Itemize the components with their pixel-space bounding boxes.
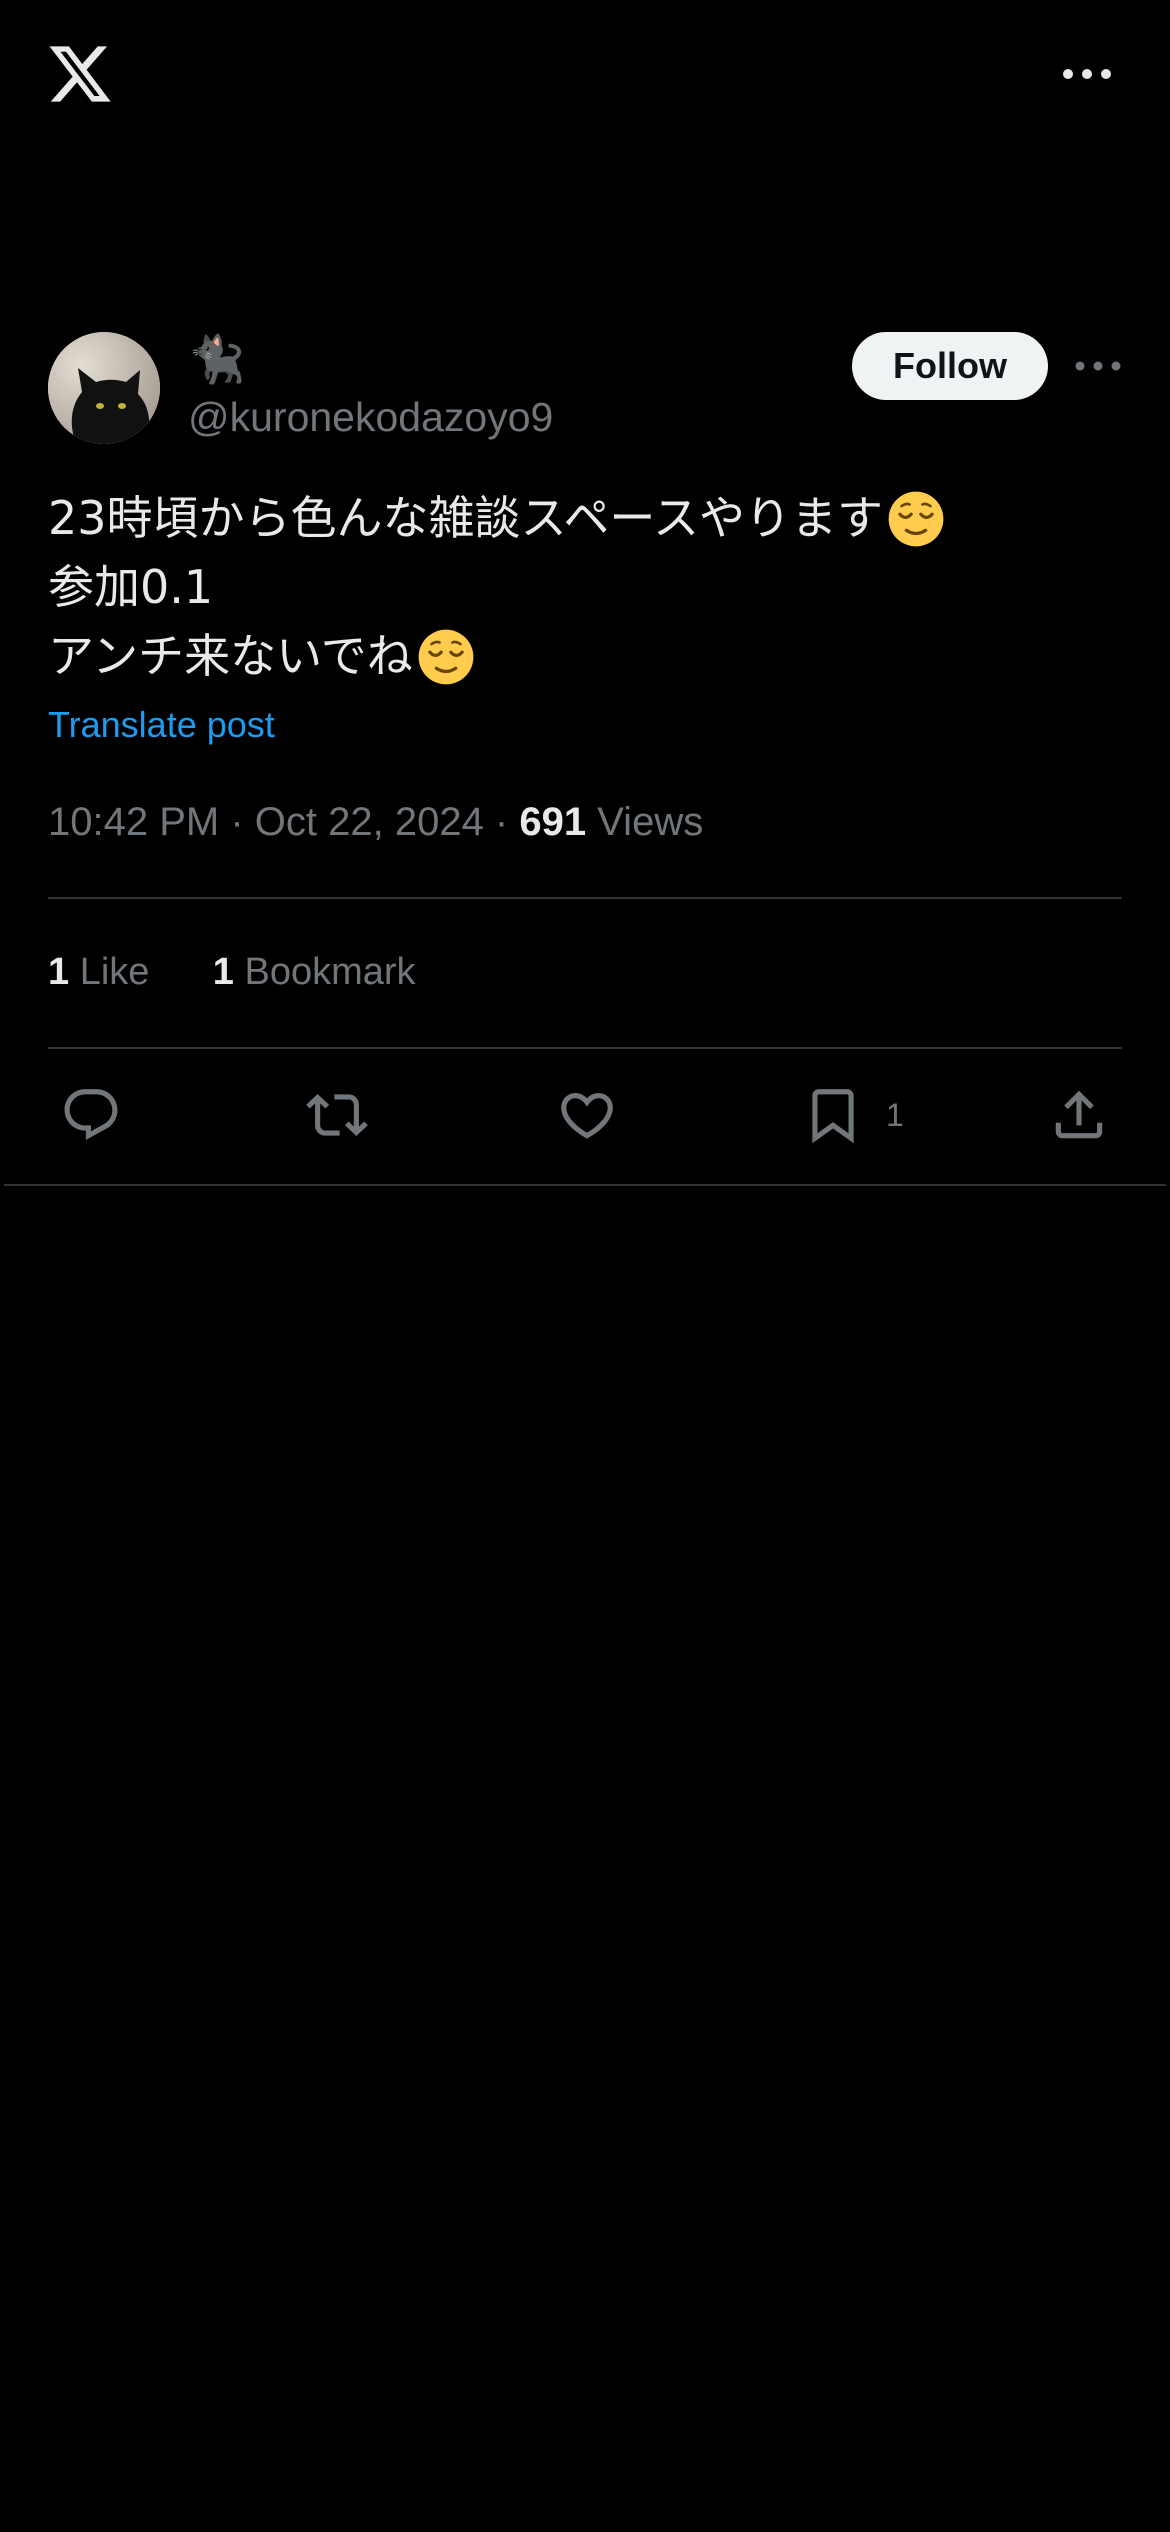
post-line-text: 23時頃から色んな雑談スペースやります [48, 491, 884, 545]
relieved-face-emoji [888, 491, 944, 546]
bookmark-button[interactable]: 1 [802, 1080, 904, 1150]
divider [48, 1047, 1122, 1049]
divider [4, 1184, 1166, 1186]
engagement-stats: 1 Like 1 Bookmark [48, 946, 416, 998]
top-bar [0, 0, 1170, 150]
share-icon [1055, 1090, 1103, 1139]
reply-button[interactable] [60, 1080, 122, 1150]
views-count[interactable]: 691 [519, 800, 586, 844]
meta-separator: · [483, 800, 520, 844]
bookmark-icon [812, 1089, 854, 1144]
post-time[interactable]: 10:42 PM [48, 800, 219, 844]
meta-separator: · [219, 800, 255, 844]
reply-icon [64, 1089, 118, 1141]
post-text: 23時頃から色んな雑談スペースやります 参加0.1 アンチ来ないでね [48, 484, 1122, 691]
post-meta: 10:42 PM · Oct 22, 2024 · 691 Views [48, 794, 703, 850]
post-date[interactable]: Oct 22, 2024 [255, 800, 484, 844]
divider [48, 897, 1122, 899]
black-cat-avatar [48, 332, 160, 444]
user-handle[interactable]: @kuronekodazoyo9 [188, 392, 553, 442]
relieved-face-emoji [418, 629, 474, 684]
like-button[interactable] [556, 1080, 618, 1150]
likes-count[interactable]: 1 [48, 951, 69, 993]
bookmarks-count[interactable]: 1 [213, 951, 234, 993]
more-horizontal-icon[interactable] [1074, 356, 1122, 376]
post-line: 参加0.1 [48, 553, 1122, 622]
share-button[interactable] [1048, 1080, 1110, 1150]
bookmarks-label[interactable]: Bookmark [234, 951, 415, 993]
repost-icon [306, 1094, 368, 1136]
heart-icon [561, 1093, 613, 1139]
more-horizontal-icon[interactable] [1062, 64, 1112, 84]
action-bar: 1 [0, 1080, 1170, 1150]
translate-post-link[interactable]: Translate post [48, 700, 275, 750]
bookmark-count: 1 [886, 1096, 904, 1133]
post-line-text: 参加0.1 [48, 560, 214, 614]
likes-label[interactable]: Like [69, 951, 150, 993]
follow-button[interactable]: Follow [852, 332, 1048, 400]
post-line-text: アンチ来ないでね [48, 629, 413, 683]
post-line: 23時頃から色んな雑談スペースやります [48, 484, 1122, 553]
avatar[interactable] [48, 332, 160, 444]
views-label: Views [586, 800, 704, 844]
post-line: アンチ来ないでね [48, 622, 1122, 691]
display-name[interactable]: 🐈‍⬛ [188, 334, 245, 384]
post-author: 🐈‍⬛ @kuronekodazoyo9 Follow [48, 332, 1122, 448]
repost-button[interactable] [306, 1080, 368, 1150]
x-logo-icon[interactable] [46, 40, 114, 108]
